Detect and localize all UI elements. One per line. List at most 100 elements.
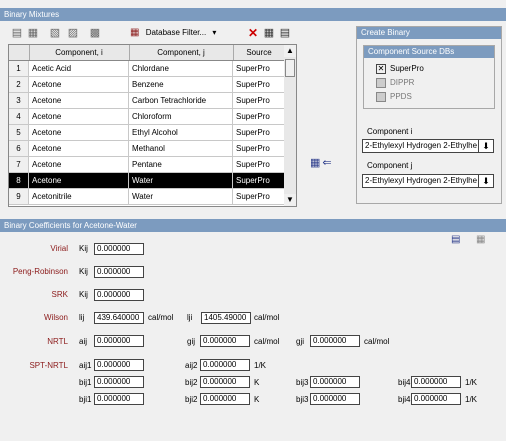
component-j-label: Component j bbox=[367, 161, 413, 170]
cell-source: SuperPro bbox=[233, 109, 285, 124]
cell-component-i: Acetonitrile bbox=[29, 189, 129, 204]
wilson-lji-label: lji bbox=[187, 313, 193, 322]
database-filter-button[interactable]: ▦ Database Filter... ▾ bbox=[130, 26, 216, 40]
column-header-source[interactable]: Source bbox=[233, 45, 285, 60]
database-filter-icon: ▦ bbox=[130, 27, 140, 38]
spt-aij2-label: aij2 bbox=[185, 361, 198, 370]
export-icon[interactable]: ▧ bbox=[48, 26, 62, 40]
row-number: 5 bbox=[9, 125, 29, 140]
nrtl-aij-label: aij bbox=[79, 337, 88, 346]
coefficients-title: Binary Coefficients for Acetone-Water bbox=[0, 219, 506, 232]
spt-bji-field-3[interactable]: 0.000000 bbox=[310, 393, 360, 405]
dropdown-arrow-icon[interactable]: ⬇ bbox=[478, 175, 493, 187]
source-superpro-checkbox[interactable]: ✕ SuperPro bbox=[376, 64, 424, 74]
component-source-dbs-title: Component Source DBs bbox=[364, 46, 494, 58]
row-number: 2 bbox=[9, 77, 29, 92]
spt-bij-field-2[interactable]: 0.000000 bbox=[200, 376, 250, 388]
spt-bij-field-4[interactable]: 0.000000 bbox=[411, 376, 461, 388]
table-row[interactable]: 5 Acetone Ethyl Alcohol SuperPro bbox=[9, 125, 285, 141]
peng-robinson-kij-field[interactable]: 0.000000 bbox=[94, 266, 144, 278]
import-icon[interactable]: ▨ bbox=[66, 26, 80, 40]
spt-bji-field-1[interactable]: 0.000000 bbox=[94, 393, 144, 405]
nrtl-gij-unit: cal/mol bbox=[254, 337, 280, 346]
delete-icon[interactable]: ✕ bbox=[246, 26, 260, 40]
spt-bji-unit-4: 1/K bbox=[465, 395, 478, 404]
component-source-dbs-group: Component Source DBs ✕ SuperPro DIPPR PPD… bbox=[363, 45, 495, 109]
spt-bji-field-2[interactable]: 0.000000 bbox=[200, 393, 250, 405]
nrtl-label: NRTL bbox=[47, 337, 68, 346]
spt-aij1-field[interactable]: 0.000000 bbox=[94, 359, 144, 371]
wilson-lji-unit: cal/mol bbox=[254, 313, 280, 322]
column-header-component-j[interactable]: Component, j bbox=[129, 45, 234, 60]
scroll-thumb[interactable] bbox=[285, 59, 295, 77]
component-j-select[interactable]: 2-Ethylexyl Hydrogen 2-Ethylhex ⬇ bbox=[362, 174, 494, 188]
srk-kij-label: Kij bbox=[79, 290, 88, 299]
component-i-select[interactable]: 2-Ethylexyl Hydrogen 2-Ethylhex ⬇ bbox=[362, 139, 494, 153]
spt-bji-field-4[interactable]: 0.000000 bbox=[411, 393, 461, 405]
srk-kij-field[interactable]: 0.000000 bbox=[94, 289, 144, 301]
source-ppds-checkbox[interactable]: PPDS bbox=[376, 92, 412, 102]
cell-component-i: Acetone bbox=[29, 77, 129, 92]
table-row[interactable]: 8 Acetone Water SuperPro bbox=[9, 173, 285, 189]
wilson-label: Wilson bbox=[43, 313, 68, 322]
cell-component-i: Acetone bbox=[29, 109, 129, 124]
spt-bij-unit-2: K bbox=[254, 378, 260, 387]
table-row[interactable]: 4 Acetone Chloroform SuperPro bbox=[9, 109, 285, 125]
virial-label: Virial bbox=[50, 244, 68, 253]
table-row[interactable]: 7 Acetone Pentane SuperPro bbox=[9, 157, 285, 173]
table-row[interactable]: 1 Acetic Acid Chlordane SuperPro bbox=[9, 61, 285, 77]
nrtl-gij-field[interactable]: 0.000000 bbox=[200, 335, 250, 347]
copy-binary-icon[interactable]: ▦ bbox=[26, 26, 40, 40]
table-row[interactable]: 9 Acetonitrile Water SuperPro bbox=[9, 189, 285, 205]
toolbar: ▤ ▦ ▧ ▨ ▩ ▦ Database Filter... ▾ ✕ ▦ ▤ bbox=[8, 26, 298, 42]
cell-source: SuperPro bbox=[233, 77, 285, 92]
cell-source: SuperPro bbox=[233, 93, 285, 108]
spt-aij2-unit: 1/K bbox=[254, 361, 267, 370]
nrtl-aij-field[interactable]: 0.000000 bbox=[94, 335, 144, 347]
row-number: 3 bbox=[9, 93, 29, 108]
nrtl-gji-field[interactable]: 0.000000 bbox=[310, 335, 360, 347]
document-icon[interactable]: ▤ bbox=[278, 26, 292, 40]
row-number: 1 bbox=[9, 61, 29, 76]
dropdown-arrow-icon[interactable]: ⬇ bbox=[478, 140, 493, 152]
source-superpro-label: SuperPro bbox=[390, 64, 424, 74]
cell-component-j: Benzene bbox=[129, 77, 233, 92]
source-dippr-checkbox[interactable]: DIPPR bbox=[376, 78, 414, 88]
copy-icon[interactable]: ▤ bbox=[451, 234, 460, 245]
spt-bij-unit-4: 1/K bbox=[465, 378, 478, 387]
spt-nrtl-label: SPT-NRTL bbox=[29, 361, 68, 370]
column-header-component-i[interactable]: Component, i bbox=[29, 45, 130, 60]
edit-icon[interactable]: ▦ bbox=[262, 26, 276, 40]
component-i-value: 2-Ethylexyl Hydrogen 2-Ethylhex bbox=[365, 141, 477, 150]
spt-aij2-field[interactable]: 0.000000 bbox=[200, 359, 250, 371]
spt-bij-label-3: bij3 bbox=[296, 378, 309, 387]
table-row[interactable]: 2 Acetone Benzene SuperPro bbox=[9, 77, 285, 93]
cell-component-j: Ethyl Alcohol bbox=[129, 125, 233, 140]
transfer-icon[interactable]: ▦ ⇐ bbox=[310, 156, 350, 172]
view-icon[interactable]: ▩ bbox=[88, 26, 102, 40]
scroll-down-icon[interactable]: ▼ bbox=[284, 194, 296, 206]
checkbox-checked-icon: ✕ bbox=[376, 64, 386, 74]
cell-component-i: Acetone bbox=[29, 125, 129, 140]
table-row[interactable]: 3 Acetone Carbon Tetrachloride SuperPro bbox=[9, 93, 285, 109]
wilson-lji-field[interactable]: 1405.49000 bbox=[201, 312, 251, 324]
scroll-up-icon[interactable]: ▲ bbox=[284, 45, 296, 57]
cell-source: SuperPro bbox=[233, 157, 285, 172]
paste-icon[interactable]: ▦ bbox=[476, 234, 485, 245]
component-i-label: Component i bbox=[367, 127, 413, 136]
cell-component-i: Acetone bbox=[29, 173, 129, 188]
cell-component-i: Acetone bbox=[29, 93, 129, 108]
wilson-lij-field[interactable]: 439.640000 bbox=[94, 312, 144, 324]
table-row[interactable]: 6 Acetone Methanol SuperPro bbox=[9, 141, 285, 157]
row-number: 8 bbox=[9, 173, 29, 188]
cell-component-i: Acetone bbox=[29, 157, 129, 172]
create-binary-title: Create Binary bbox=[357, 27, 501, 39]
binary-mixtures-table[interactable]: Component, i Component, j Source 1 Acetic… bbox=[8, 44, 286, 207]
spt-bij-field-1[interactable]: 0.000000 bbox=[94, 376, 144, 388]
spt-bij-field-3[interactable]: 0.000000 bbox=[310, 376, 360, 388]
virial-kij-field[interactable]: 0.000000 bbox=[94, 243, 144, 255]
peng-robinson-label: Peng-Robinson bbox=[12, 267, 68, 276]
table-scrollbar[interactable]: ▲ ▼ bbox=[284, 44, 297, 207]
new-binary-icon[interactable]: ▤ bbox=[10, 26, 24, 40]
row-number: 6 bbox=[9, 141, 29, 156]
